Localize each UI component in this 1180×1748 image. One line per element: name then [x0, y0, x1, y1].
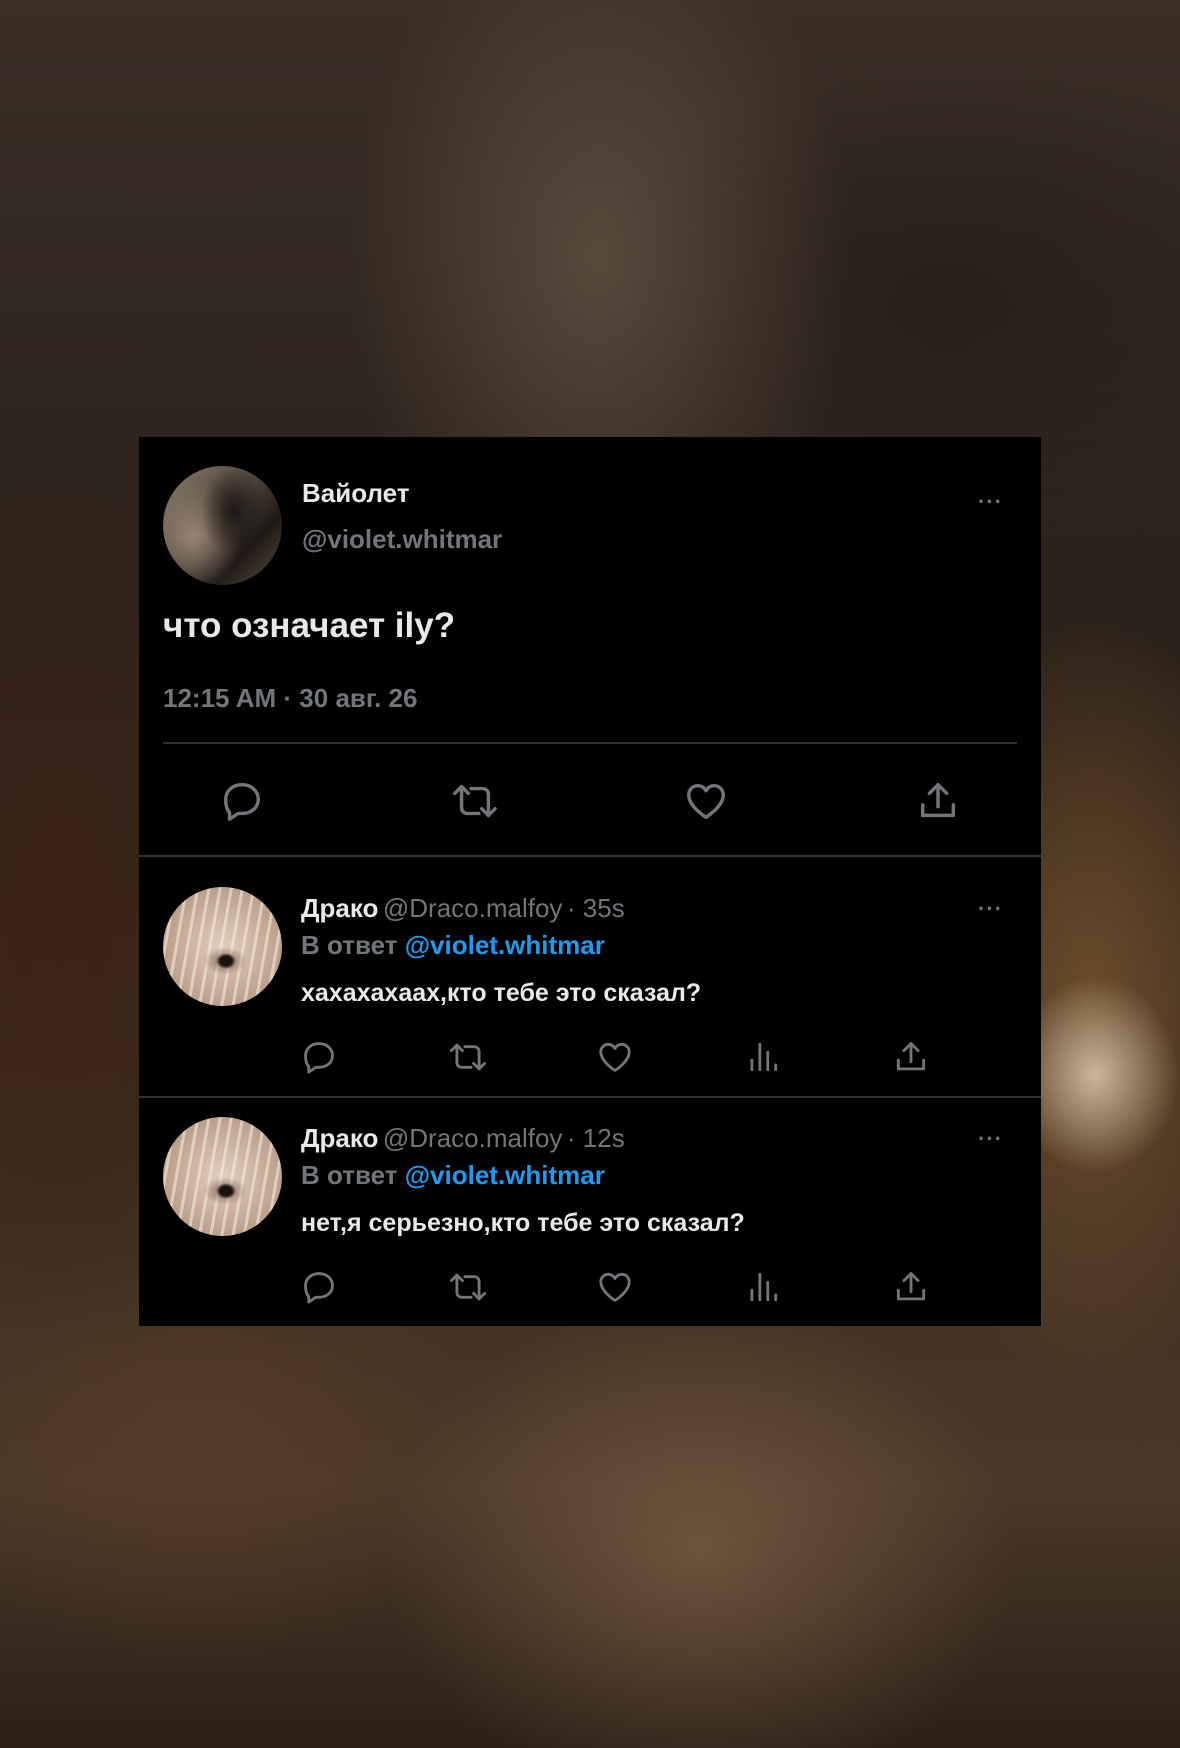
like-icon[interactable] — [683, 778, 729, 824]
divider — [139, 855, 1041, 857]
reply-icon[interactable] — [219, 778, 265, 824]
views-icon[interactable] — [744, 1038, 782, 1076]
reply-header: Драко @Draco.malfoy · 35s — [301, 893, 625, 924]
reply-context: В ответ @violet.whitmar — [301, 1160, 605, 1191]
author-handle[interactable]: @Draco.malfoy — [383, 1123, 563, 1153]
author-handle[interactable]: @Draco.malfoy — [383, 893, 563, 923]
avatar[interactable] — [163, 466, 282, 585]
like-icon[interactable] — [596, 1038, 634, 1076]
share-icon[interactable] — [915, 778, 961, 824]
author-name[interactable]: Вайолет — [302, 478, 409, 509]
author-handle[interactable]: @violet.whitmar — [302, 524, 502, 555]
retweet-icon[interactable] — [449, 778, 501, 824]
tweet-thread-card: Вайолет @violet.whitmar ··· что означает… — [139, 437, 1041, 1326]
reply-text: нет,я серьезно,кто тебе это сказал? — [301, 1209, 745, 1237]
time-ago[interactable]: · 12s — [567, 1123, 625, 1153]
avatar[interactable] — [163, 1117, 282, 1236]
like-icon[interactable] — [596, 1268, 634, 1306]
divider — [139, 1096, 1041, 1098]
reply-prefix: В ответ — [301, 930, 398, 960]
reply-text: хахахахаах,кто тебе это сказал? — [301, 979, 702, 1007]
reply-header: Драко @Draco.malfoy · 12s — [301, 1123, 625, 1154]
avatar[interactable] — [163, 887, 282, 1006]
reply-icon[interactable] — [300, 1268, 338, 1306]
tweet-text: что означает ily? — [163, 606, 456, 645]
time-ago[interactable]: · 35s — [567, 893, 625, 923]
share-icon[interactable] — [892, 1268, 930, 1306]
retweet-icon[interactable] — [447, 1268, 489, 1306]
mention-link[interactable]: @violet.whitmar — [405, 930, 605, 960]
reply-context: В ответ @violet.whitmar — [301, 930, 605, 961]
more-icon[interactable]: ··· — [978, 491, 1003, 513]
views-icon[interactable] — [744, 1268, 782, 1306]
mention-link[interactable]: @violet.whitmar — [405, 1160, 605, 1190]
more-icon[interactable]: ··· — [978, 1128, 1003, 1150]
reply-prefix: В ответ — [301, 1160, 398, 1190]
reply-icon[interactable] — [300, 1038, 338, 1076]
share-icon[interactable] — [892, 1038, 930, 1076]
retweet-icon[interactable] — [447, 1038, 489, 1076]
author-name[interactable]: Драко — [301, 1123, 378, 1153]
author-name[interactable]: Драко — [301, 893, 378, 923]
more-icon[interactable]: ··· — [978, 898, 1003, 920]
tweet-timestamp[interactable]: 12:15 AM · 30 авг. 26 — [163, 683, 417, 714]
divider — [163, 742, 1017, 744]
